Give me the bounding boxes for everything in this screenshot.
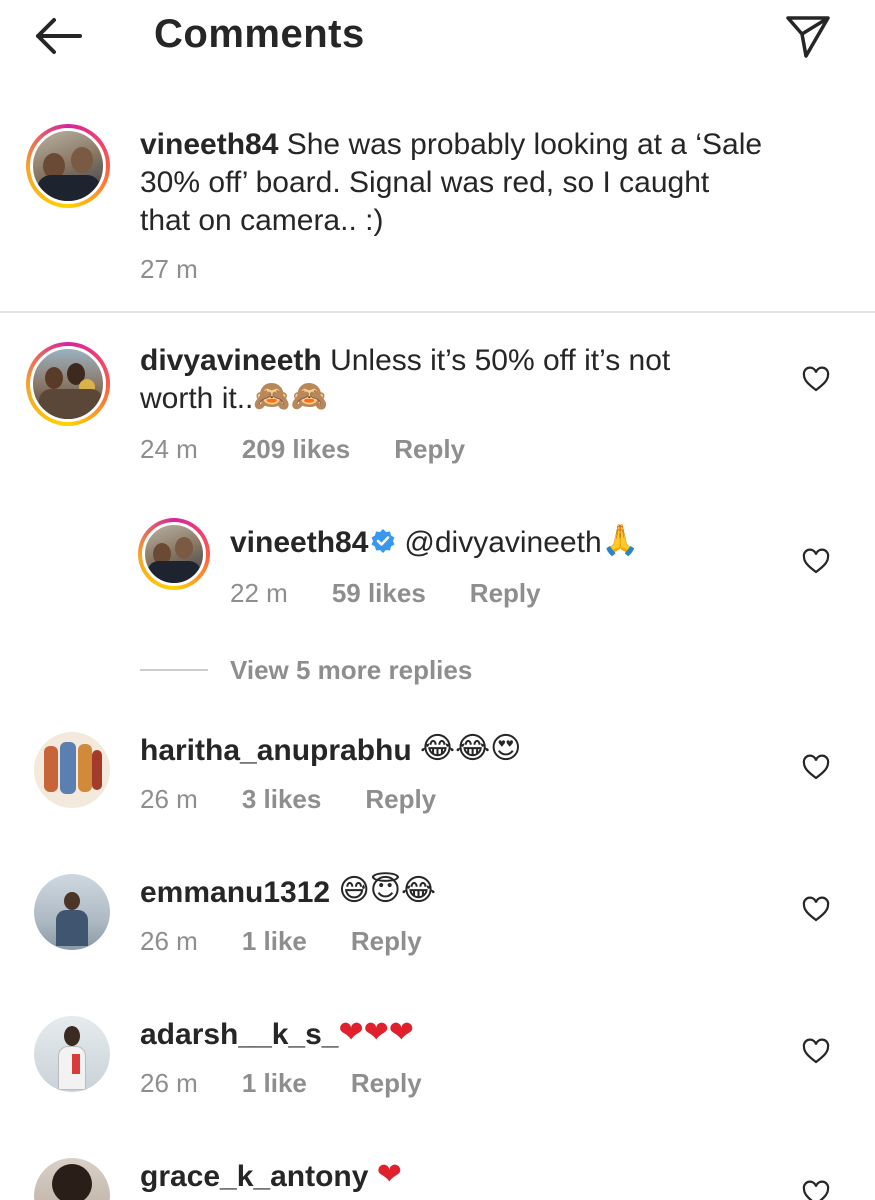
- avatar[interactable]: [138, 518, 210, 590]
- avatar[interactable]: [34, 1016, 110, 1092]
- heart-icon[interactable]: [802, 754, 830, 782]
- monkey-emoji: 🙈🙈: [253, 380, 329, 414]
- view-more-replies-label: View 5 more replies: [230, 654, 473, 685]
- share-button[interactable]: [784, 12, 832, 60]
- reply-button[interactable]: Reply: [351, 926, 422, 957]
- divider: [0, 311, 875, 313]
- red-heart-emoji: ❤: [376, 1158, 402, 1192]
- comment-text: 30% off’ board. Signal was red, so I cau…: [140, 166, 710, 199]
- paper-plane-icon: [786, 16, 830, 58]
- heart-icon[interactable]: [802, 1038, 830, 1066]
- likes-count[interactable]: 1 like: [242, 926, 307, 957]
- comment-text: that on camera.. :): [140, 204, 384, 237]
- divider: [140, 669, 208, 671]
- red-heart-emoji: ❤❤❤: [338, 1016, 414, 1050]
- view-more-replies-button[interactable]: View 5 more replies: [140, 652, 472, 688]
- heart-icon[interactable]: [802, 1180, 830, 1200]
- likes-count[interactable]: 209 likes: [242, 434, 350, 465]
- comment-timestamp: 22 m: [230, 578, 288, 608]
- page-title: Comments: [154, 12, 365, 56]
- arrow-left-icon: [36, 18, 82, 54]
- heart-icon[interactable]: [802, 548, 830, 576]
- avatar[interactable]: [34, 1158, 110, 1200]
- back-button[interactable]: [30, 14, 86, 58]
- laughing-emoji: 😂😂😍: [420, 732, 522, 766]
- comment-timestamp: 27 m: [140, 254, 198, 284]
- comment-username[interactable]: emmanu1312: [140, 876, 330, 909]
- likes-count[interactable]: 59 likes: [332, 578, 426, 609]
- reply-button[interactable]: Reply: [365, 784, 436, 815]
- likes-count[interactable]: 3 likes: [242, 784, 322, 815]
- likes-count[interactable]: 1 like: [242, 1068, 307, 1099]
- comment-timestamp: 26 m: [140, 784, 198, 814]
- post-caption: vineeth84 She was probably looking at a …: [0, 110, 875, 310]
- comment-username[interactable]: grace_k_antony: [140, 1160, 368, 1193]
- comment-username[interactable]: haritha_anuprabhu: [140, 734, 412, 767]
- comment-username[interactable]: vineeth84: [230, 526, 368, 559]
- comment-username[interactable]: divyavineeth: [140, 344, 322, 377]
- laughing-emoji: 😅😇😂: [338, 874, 437, 908]
- praying-hands-emoji: 🙏: [601, 524, 639, 558]
- comment-timestamp: 26 m: [140, 1068, 198, 1098]
- reply-button[interactable]: Reply: [394, 434, 465, 465]
- comment-username[interactable]: vineeth84: [140, 128, 278, 161]
- mention-link[interactable]: @divyavineeth: [404, 526, 601, 559]
- top-bar: Comments: [0, 0, 875, 80]
- reply-button[interactable]: Reply: [470, 578, 541, 609]
- comment-timestamp: 26 m: [140, 926, 198, 956]
- avatar[interactable]: [26, 124, 110, 208]
- heart-icon[interactable]: [802, 896, 830, 924]
- avatar[interactable]: [34, 732, 110, 808]
- comment-text: Unless it’s 50% off it’s not: [321, 344, 671, 377]
- comment-timestamp: 24 m: [140, 434, 198, 464]
- comment-username[interactable]: adarsh__k_s_: [140, 1018, 339, 1051]
- comment-text: She was probably looking at a ‘Sale: [278, 128, 763, 161]
- verified-badge-icon: [371, 529, 395, 554]
- avatar[interactable]: [34, 874, 110, 950]
- heart-icon[interactable]: [802, 366, 830, 394]
- comment-text: worth it..: [140, 382, 254, 415]
- reply-button[interactable]: Reply: [351, 1068, 422, 1099]
- avatar[interactable]: [26, 342, 110, 426]
